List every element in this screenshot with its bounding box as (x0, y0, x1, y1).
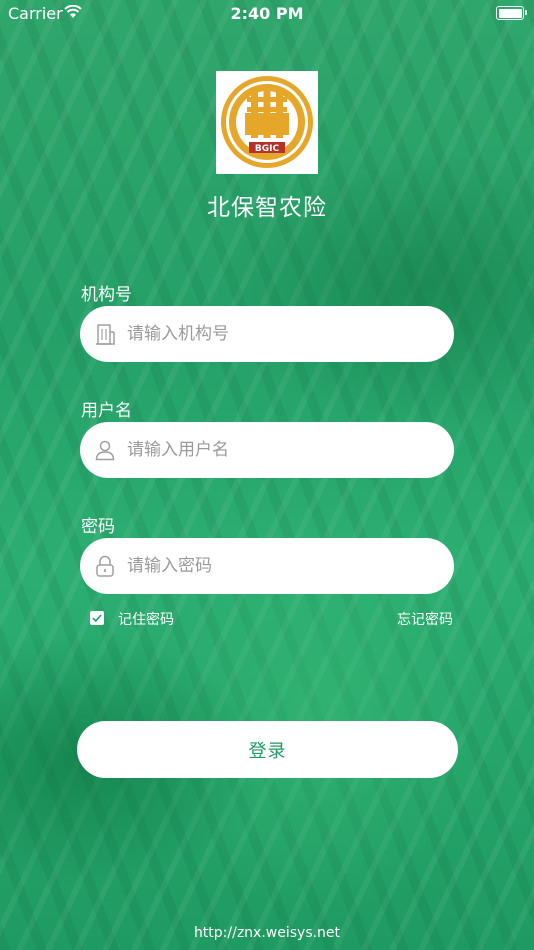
password-input[interactable] (127, 538, 437, 594)
password-label: 密码 (81, 517, 115, 537)
forgot-password-link[interactable]: 忘记密码 (397, 609, 453, 629)
building-icon (96, 324, 115, 345)
battery-icon (496, 6, 527, 20)
lock-icon (96, 555, 114, 577)
org-field[interactable] (80, 306, 454, 362)
user-icon (95, 440, 115, 461)
org-label: 机构号 (81, 285, 132, 305)
app-title: 北保智农险 (207, 195, 327, 221)
footer-url: http://znx.weisys.net (193, 925, 341, 941)
user-field[interactable] (80, 422, 454, 478)
password-field[interactable] (80, 538, 454, 594)
login-screen: Carrier 2:40 PM BGIC 北保智农险 机构号 请输入机构号 用户… (0, 0, 534, 950)
org-input[interactable] (127, 306, 437, 362)
remember-label: 记住密码 (118, 612, 174, 628)
login-button[interactable]: 登录 (77, 721, 458, 778)
bgic-logo: BGIC (216, 71, 318, 174)
user-input[interactable] (127, 422, 437, 478)
bgic-logo-icon: BGIC (221, 76, 313, 168)
status-time: 2:40 PM (230, 4, 304, 23)
logo-text: BGIC (255, 144, 280, 154)
user-label: 用户名 (81, 401, 132, 421)
status-bar: Carrier 2:40 PM (0, 0, 534, 28)
remember-checkbox[interactable] (90, 611, 104, 625)
checkmark-icon (92, 614, 102, 623)
